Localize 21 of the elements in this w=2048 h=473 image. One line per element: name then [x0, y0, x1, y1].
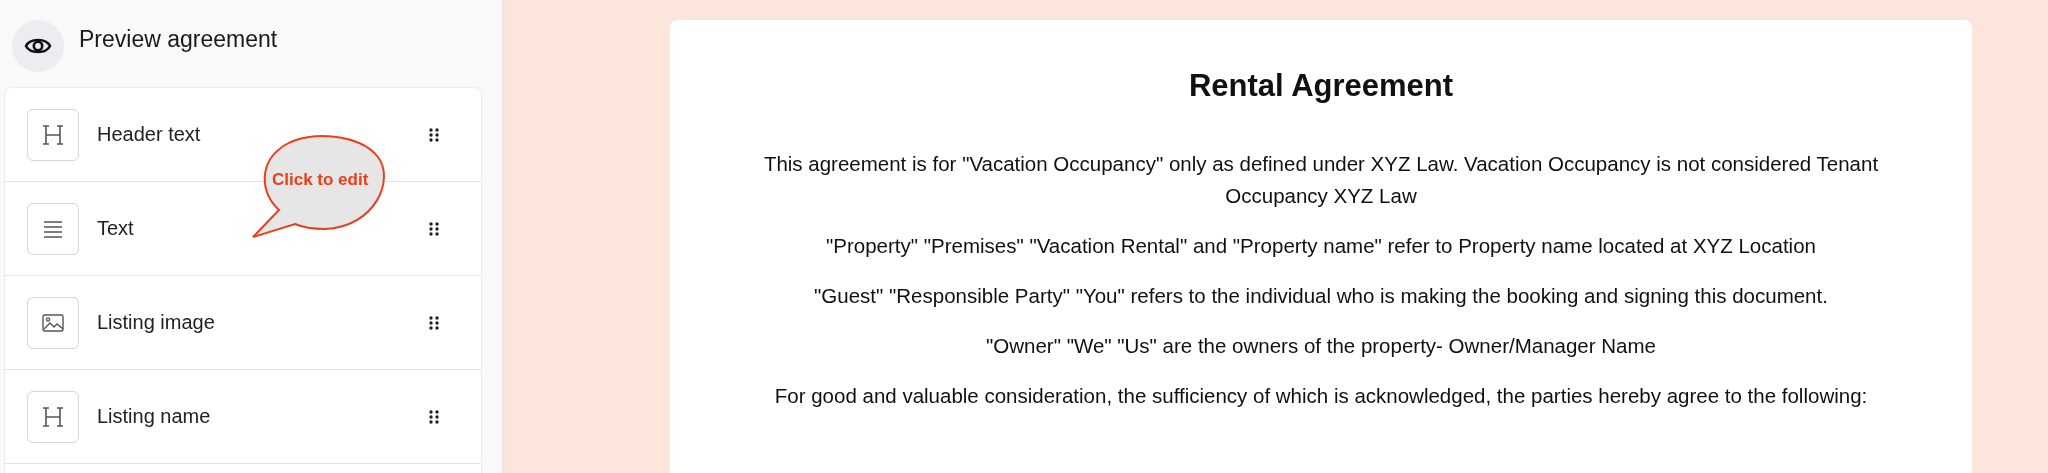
agreement-paragraph: This agreement is for "Vacation Occupancy" only as defined under XYZ Law. Vacation Occupancy is not considered Tenant Occupancy XYZ Law [762, 151, 1880, 209]
agreement-paragraph: "Property" "Premises" "Vacation Rental" and "Property name" refer to Property name located at XYZ Location [825, 233, 1817, 259]
heading-icon [42, 122, 64, 147]
agreement-paragraph: "Guest" "Responsible Party" "You" refers to the individual who is making the booking and signing this document. [813, 283, 1829, 309]
panel-title: Preview agreement [79, 25, 278, 53]
image-icon [42, 313, 64, 332]
drag-handle-icon[interactable] [429, 409, 439, 424]
drag-handle-icon[interactable] [429, 127, 439, 142]
block-label[interactable]: Listing image [97, 311, 215, 334]
callout-text: Click to edit [272, 170, 369, 190]
drag-handle-icon[interactable] [429, 221, 439, 236]
agreement-paragraph: For good and valuable consideration, the sufficiency of which is acknowledged, the parties hereby agree to the following: [773, 383, 1869, 409]
block-label[interactable]: Header text [97, 123, 201, 146]
block-label[interactable]: Text [97, 217, 134, 240]
drag-handle-icon[interactable] [429, 315, 439, 330]
document-title: Rental Agreement [1187, 68, 1455, 104]
eye-icon[interactable] [12, 20, 64, 72]
heading-icon [42, 404, 64, 429]
block-label[interactable]: Listing name [97, 405, 211, 428]
agreement-paragraph: "Owner" "We" "Us" are the owners of the property- Owner/Manager Name [985, 333, 1657, 359]
lines-icon [43, 219, 63, 238]
